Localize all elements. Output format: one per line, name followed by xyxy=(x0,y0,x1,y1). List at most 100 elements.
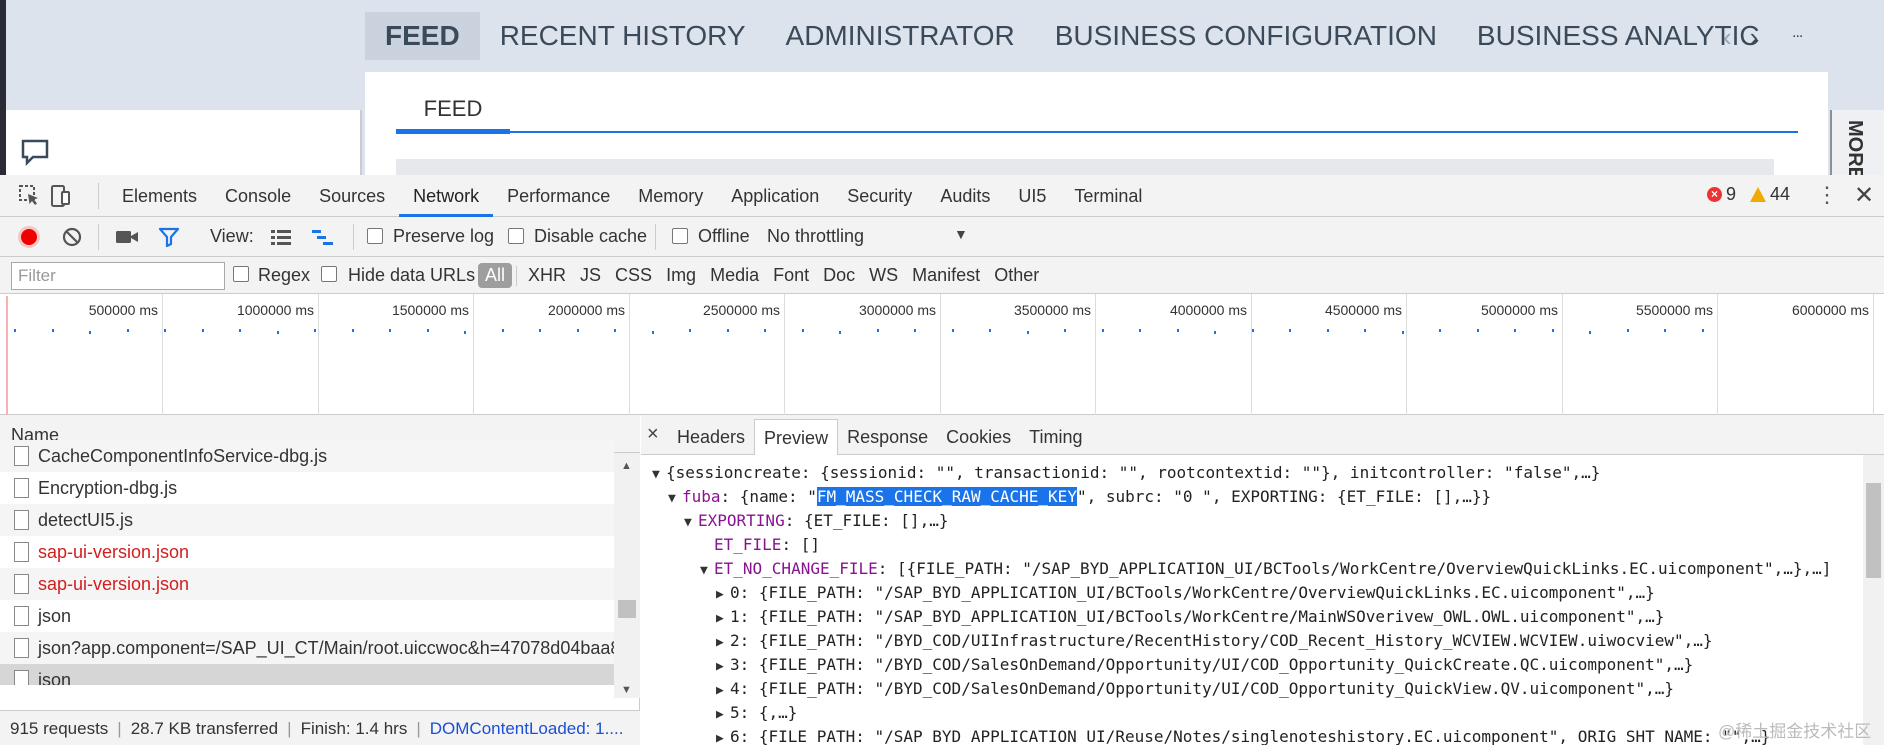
throttling-dropdown-icon[interactable]: ▼ xyxy=(954,226,968,242)
type-filter-all[interactable]: All xyxy=(478,263,513,288)
dom-content-loaded: DOMContentLoaded: 1.... xyxy=(429,719,624,738)
clear-icon[interactable] xyxy=(61,226,83,248)
devtools-tab-audits[interactable]: Audits xyxy=(926,175,1004,217)
expanded-triangle-icon[interactable]: ▼ xyxy=(652,463,666,487)
scroll-up-arrow[interactable]: ▲ xyxy=(621,460,632,472)
scrollbar-thumb[interactable] xyxy=(618,600,636,618)
timeline-request-mark xyxy=(1402,331,1404,334)
json-line[interactable]: ET_FILE: [] xyxy=(700,533,820,557)
detail-tab-cookies[interactable]: Cookies xyxy=(937,419,1020,455)
devtools-tab-memory[interactable]: Memory xyxy=(624,175,717,217)
nav-tab-business-configuration[interactable]: BUSINESS CONFIGURATION xyxy=(1035,12,1457,60)
nav-tab-recent-history[interactable]: RECENT HISTORY xyxy=(480,12,766,60)
json-line[interactable]: ▶ 3: {FILE_PATH: "/BYD_COD/SalesOnDemand/… xyxy=(716,653,1693,677)
request-list-scrollbar[interactable] xyxy=(614,453,640,698)
hide-data-urls-checkbox[interactable] xyxy=(321,266,337,282)
devtools-close-icon[interactable]: ✕ xyxy=(1854,181,1874,210)
json-line[interactable]: ▶ 5: {,…} xyxy=(716,701,797,725)
record-button[interactable] xyxy=(18,226,40,248)
type-filter-xhr[interactable]: XHR xyxy=(521,263,573,288)
watermark: @稀土掘金技术社区 xyxy=(1718,722,1872,741)
devtools-tab-terminal[interactable]: Terminal xyxy=(1060,175,1156,217)
request-row[interactable]: sap-ui-version.json xyxy=(0,536,614,568)
json-line[interactable]: ▼ EXPORTING: {ET_FILE: [],…} xyxy=(684,509,948,533)
request-row[interactable]: json xyxy=(0,600,614,632)
nav-more-icon[interactable]: ... xyxy=(1792,24,1803,42)
regex-checkbox[interactable] xyxy=(233,266,249,282)
json-line[interactable]: ▶ 4: {FILE_PATH: "/BYD_COD/SalesOnDemand/… xyxy=(716,677,1674,701)
request-row[interactable]: json xyxy=(0,664,614,685)
detail-tab-headers[interactable]: Headers xyxy=(668,419,754,455)
request-row[interactable]: CacheComponentInfoService-dbg.js xyxy=(0,440,614,472)
screenshot-camera-icon[interactable] xyxy=(115,228,139,246)
json-line[interactable]: ▶ 0: {FILE_PATH: "/SAP_BYD_APPLICATION_UI… xyxy=(716,581,1655,605)
json-line[interactable]: ▶ 2: {FILE_PATH: "/BYD_COD/UIInfrastructu… xyxy=(716,629,1713,653)
json-line[interactable]: ▶ 6: {FILE_PATH: "/SAP_BYD_APPLICATION_UI… xyxy=(716,725,1770,745)
expanded-triangle-icon[interactable]: ▼ xyxy=(668,487,682,511)
type-filter-doc[interactable]: Doc xyxy=(816,263,862,288)
nav-prev-icon[interactable]: ‹ xyxy=(1723,22,1732,53)
device-toolbar-icon[interactable] xyxy=(48,184,72,208)
scrollbar-thumb[interactable] xyxy=(1866,483,1881,578)
detail-tab-preview[interactable]: Preview xyxy=(754,419,839,455)
devtools-tab-elements[interactable]: Elements xyxy=(108,175,211,217)
devtools-tab-network[interactable]: Network xyxy=(399,175,494,217)
expanded-triangle-icon[interactable]: ▼ xyxy=(684,511,698,535)
collapsed-triangle-icon[interactable]: ▶ xyxy=(716,727,730,745)
issues-counter[interactable]: × 9 44 xyxy=(1707,184,1790,205)
throttling-select[interactable]: No throttling xyxy=(767,226,864,247)
type-filter-css[interactable]: CSS xyxy=(608,263,659,288)
json-line[interactable]: ▼ ET_NO_CHANGE_FILE: [{FILE_PATH: "/SAP_B… xyxy=(700,557,1831,581)
devtools-tab-application[interactable]: Application xyxy=(717,175,833,217)
collapsed-triangle-icon[interactable]: ▶ xyxy=(716,655,730,679)
filter-input[interactable] xyxy=(11,262,225,290)
detail-tab-timing[interactable]: Timing xyxy=(1020,419,1091,455)
request-row[interactable]: json?app.component=/SAP_UI_CT/Main/root.… xyxy=(0,632,614,664)
json-line[interactable]: ▼ {sessioncreate: {sessionid: "", transac… xyxy=(652,461,1600,485)
request-name: json xyxy=(38,606,72,626)
waterfall-view-icon[interactable] xyxy=(311,227,335,247)
collapsed-triangle-icon[interactable]: ▶ xyxy=(716,631,730,655)
timeline-tick-label: 3500000 ms xyxy=(1013,302,1091,318)
content-tab-feed[interactable]: FEED xyxy=(396,92,510,134)
chat-icon[interactable] xyxy=(20,137,50,167)
devtools-tab-console[interactable]: Console xyxy=(211,175,305,217)
nav-next-icon[interactable]: › xyxy=(1750,22,1759,53)
devtools-tab-performance[interactable]: Performance xyxy=(493,175,624,217)
type-filter-media[interactable]: Media xyxy=(703,263,766,288)
devtools-tab-sources[interactable]: Sources xyxy=(305,175,399,217)
inspect-element-icon[interactable] xyxy=(18,184,42,208)
request-name: Encryption-dbg.js xyxy=(38,478,178,498)
more-options-icon[interactable]: ⋮ xyxy=(1816,183,1838,207)
type-filter-img[interactable]: Img xyxy=(659,263,703,288)
preserve-log-checkbox[interactable] xyxy=(367,228,383,244)
type-filter-ws[interactable]: WS xyxy=(862,263,905,288)
large-rows-icon[interactable] xyxy=(270,227,292,247)
collapsed-triangle-icon[interactable]: ▶ xyxy=(716,583,730,607)
devtools-tab-ui5[interactable]: UI5 xyxy=(1004,175,1060,217)
json-key: fuba xyxy=(682,487,721,506)
type-filter-manifest[interactable]: Manifest xyxy=(905,263,987,288)
detail-tab-response[interactable]: Response xyxy=(838,419,937,455)
request-row[interactable]: sap-ui-version.json xyxy=(0,568,614,600)
collapsed-triangle-icon[interactable]: ▶ xyxy=(716,703,730,727)
type-filter-font[interactable]: Font xyxy=(766,263,816,288)
collapsed-triangle-icon[interactable]: ▶ xyxy=(716,679,730,703)
scroll-down-arrow[interactable]: ▼ xyxy=(621,684,632,696)
devtools-tab-security[interactable]: Security xyxy=(833,175,926,217)
disable-cache-checkbox[interactable] xyxy=(508,228,524,244)
request-row[interactable]: Encryption-dbg.js xyxy=(0,472,614,504)
type-filter-other[interactable]: Other xyxy=(987,263,1046,288)
filter-funnel-icon[interactable] xyxy=(157,225,181,249)
expanded-triangle-icon[interactable]: ▼ xyxy=(700,559,714,583)
collapsed-triangle-icon[interactable]: ▶ xyxy=(716,607,730,631)
timeline-request-mark xyxy=(1664,329,1666,332)
nav-tab-administrator[interactable]: ADMINISTRATOR xyxy=(766,12,1035,60)
nav-tab-feed[interactable]: FEED xyxy=(365,12,480,60)
json-line[interactable]: ▶ 1: {FILE_PATH: "/SAP_BYD_APPLICATION_UI… xyxy=(716,605,1664,629)
request-row[interactable]: detectUI5.js xyxy=(0,504,614,536)
type-filter-js[interactable]: JS xyxy=(573,263,608,288)
offline-checkbox[interactable] xyxy=(672,228,688,244)
close-detail-icon[interactable]: × xyxy=(647,423,659,446)
json-line[interactable]: ▼ fuba: {name: "FM_MASS_CHECK_RAW_CACHE_K… xyxy=(668,485,1491,509)
